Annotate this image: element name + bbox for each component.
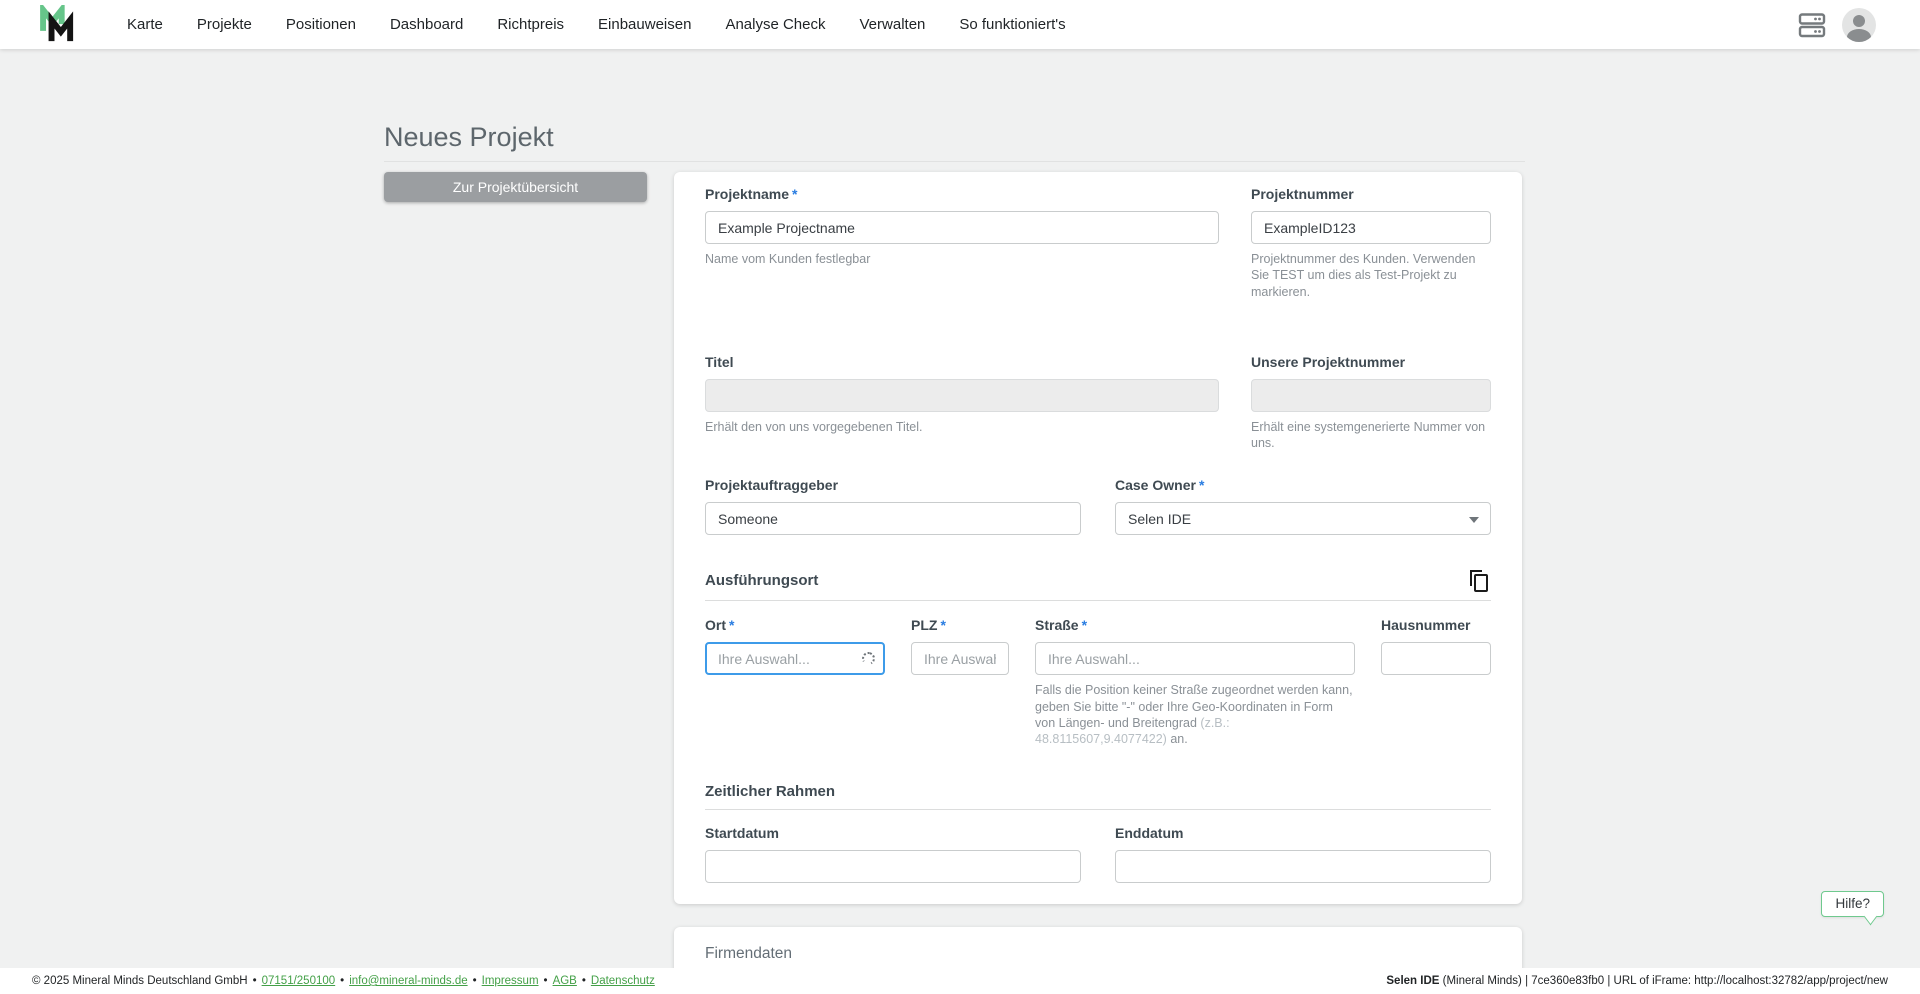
copy-icon[interactable] <box>1467 568 1491 594</box>
projektnummer-field-group: Projektnummer Projektnummer des Kunden. … <box>1251 186 1491 300</box>
unsere-projektnummer-hint: Erhält eine systemgenerierte Nummer von … <box>1251 419 1486 450</box>
plz-field-group: PLZ * <box>911 617 1009 747</box>
unsere-projektnummer-input <box>1251 378 1491 412</box>
user-avatar-icon[interactable] <box>1842 7 1876 42</box>
nav-item-analyse-check[interactable]: Analyse Check <box>708 0 842 49</box>
nav-item-positionen[interactable]: Positionen <box>269 0 373 49</box>
hausnummer-input[interactable] <box>1381 642 1491 676</box>
projektnummer-input[interactable] <box>1251 211 1491 244</box>
projektname-field-group: Projektname* Name vom Kunden festlegbar <box>705 186 1219 300</box>
nav-item-so-funktionierts[interactable]: So funktioniert's <box>942 0 1082 49</box>
footer-email-link[interactable]: info@mineral-minds.de <box>349 975 467 987</box>
strasse-hint: Falls die Position keiner Straße zugeord… <box>1035 683 1353 746</box>
nav-item-dashboard[interactable]: Dashboard <box>373 0 480 49</box>
required-marker: * <box>1198 477 1205 494</box>
hausnummer-field-group: Hausnummer <box>1381 617 1491 747</box>
startdatum-input[interactable] <box>705 850 1081 884</box>
chevron-down-icon <box>1469 517 1479 524</box>
plz-label: PLZ * <box>911 617 946 634</box>
nav-item-verwalten[interactable]: Verwalten <box>843 0 943 49</box>
enddatum-input[interactable] <box>1115 850 1491 884</box>
footer-datenschutz-link[interactable]: Datenschutz <box>591 975 655 987</box>
ort-input[interactable] <box>705 642 885 676</box>
server-dns-icon[interactable] <box>1798 11 1826 39</box>
strasse-field-group: Straße* Falls die Position keiner Straße… <box>1035 617 1355 747</box>
firmendaten-section-title: Firmendaten <box>705 945 793 963</box>
plz-input[interactable] <box>911 642 1009 676</box>
zur-projektuebersicht-button[interactable]: Zur Projektübersicht <box>384 172 647 202</box>
footer-impressum-link[interactable]: Impressum <box>482 975 539 987</box>
titel-field-group: Titel Erhält den von uns vorgegebenen Ti… <box>705 354 1219 452</box>
nav-item-richtpreis[interactable]: Richtpreis <box>480 0 581 49</box>
startdatum-label: Startdatum <box>705 825 779 842</box>
strasse-input[interactable] <box>1035 642 1355 676</box>
mineral-minds-logo-icon[interactable] <box>38 4 82 45</box>
required-marker: * <box>729 617 735 634</box>
case-owner-field-group: Case Owner * Selen IDE <box>1115 477 1491 536</box>
projektauftraggeber-input[interactable] <box>705 502 1081 536</box>
ort-label: Ort * <box>705 617 735 634</box>
projektname-hint: Name vom Kunden festlegbar <box>705 252 871 266</box>
main-content: Neues Projekt Zur Projektübersicht Proje… <box>384 118 1525 994</box>
projektname-label: Projektname * <box>705 186 798 202</box>
required-marker: * <box>1081 617 1088 634</box>
footer-session-info: Selen IDE (Mineral Minds) | 7ce360e83fb0… <box>1386 975 1888 987</box>
nav-item-einbauweisen[interactable]: Einbauweisen <box>581 0 708 49</box>
nav-item-projekte[interactable]: Projekte <box>180 0 269 49</box>
footer-phone-link[interactable]: 07151/250100 <box>262 975 336 987</box>
strasse-label: Straße * <box>1035 617 1088 634</box>
projektname-input[interactable] <box>705 211 1219 244</box>
titel-hint: Erhält den von uns vorgegebenen Titel. <box>705 419 923 434</box>
hilfe-button[interactable]: Hilfe? <box>1821 891 1884 917</box>
project-form-card: Projektname* Name vom Kunden festlegbar … <box>674 172 1522 905</box>
hausnummer-label: Hausnummer <box>1381 617 1471 634</box>
footer-agb-link[interactable]: AGB <box>553 975 577 987</box>
zeitlicher-rahmen-section-title: Zeitlicher Rahmen <box>705 783 836 801</box>
footer: © 2025 Mineral Minds Deutschland GmbH • 07… <box>0 968 1920 994</box>
projektauftraggeber-label: Projektauftraggeber <box>705 477 839 494</box>
top-nav: Karte Projekte Positionen Dashboard Rich… <box>0 0 1920 49</box>
required-marker: * <box>792 186 798 202</box>
ort-field-group: Ort * <box>705 617 885 747</box>
ausfuehrungsort-section-title: Ausführungsort <box>705 572 819 590</box>
unsere-projektnummer-field-group: Unsere Projektnummer Erhält eine systemg… <box>1251 354 1491 452</box>
startdatum-field-group: Startdatum <box>705 825 1081 884</box>
nav-items: Karte Projekte Positionen Dashboard Rich… <box>110 0 1083 49</box>
required-marker: * <box>940 617 946 634</box>
nav-item-karte[interactable]: Karte <box>110 0 180 49</box>
nav-right <box>1798 7 1920 42</box>
enddatum-field-group: Enddatum <box>1115 825 1491 884</box>
unsere-projektnummer-label: Unsere Projektnummer <box>1251 353 1406 370</box>
projektnummer-hint: Projektnummer des Kunden. Verwenden Sie … <box>1251 252 1476 299</box>
footer-left: © 2025 Mineral Minds Deutschland GmbH • 07… <box>32 975 655 987</box>
titel-label: Titel <box>705 353 734 370</box>
page-title: Neues Projekt <box>384 118 1525 162</box>
footer-copyright: © 2025 Mineral Minds Deutschland GmbH <box>32 975 248 987</box>
titel-input <box>705 378 1219 412</box>
projektnummer-label: Projektnummer <box>1251 186 1354 202</box>
case-owner-label: Case Owner * <box>1115 477 1205 494</box>
enddatum-label: Enddatum <box>1115 825 1184 842</box>
case-owner-selected-value: Selen IDE <box>1128 510 1192 527</box>
case-owner-select[interactable]: Selen IDE <box>1115 502 1491 536</box>
projektauftraggeber-field-group: Projektauftraggeber <box>705 477 1081 536</box>
